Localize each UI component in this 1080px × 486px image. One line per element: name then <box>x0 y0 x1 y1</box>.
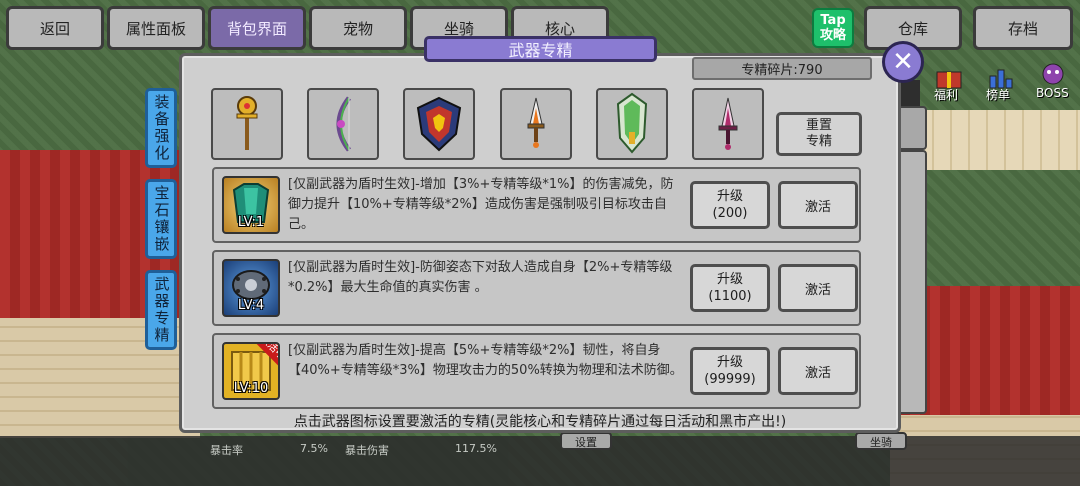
tab-label: 装备强化 <box>152 94 171 162</box>
golden-gate-icon[interactable]: 激活中 LV:10 <box>222 342 280 400</box>
tap-guide-logo[interactable]: Tap 攻略 <box>812 8 854 48</box>
nav-pets-button[interactable]: 宠物 <box>309 6 407 50</box>
weapon-slot-4[interactable] <box>500 88 572 160</box>
weapon-slot-2[interactable] <box>307 88 379 160</box>
mount-button[interactable]: 坐骑 <box>855 432 907 450</box>
nav-inventory-button[interactable]: 背包界面 <box>208 6 306 50</box>
upgrade-cost: (1100) <box>708 289 752 304</box>
activate-button[interactable]: 激活 <box>778 264 858 312</box>
weapon-slot-1[interactable] <box>211 88 283 160</box>
stat-label: 暴击率 <box>210 444 243 457</box>
flame-dagger-icon <box>527 97 545 148</box>
tap-logo-text: Tap 攻略 <box>819 13 846 43</box>
reset-label-line2: 专精 <box>805 134 832 149</box>
crimson-dagger-icon <box>718 97 738 150</box>
golden-staff-icon <box>236 96 258 150</box>
close-icon: ✕ <box>892 47 914 77</box>
dragon-bow-icon <box>336 96 352 152</box>
activate-button[interactable]: 激活 <box>778 347 858 395</box>
stat-label: 暴击伤害 <box>345 444 389 457</box>
close-button[interactable]: ✕ <box>882 41 924 83</box>
mastery-description: [仅副武器为盾时生效]-防御姿态下对敌人造成自身【2%+专精等级*0.2%】最大… <box>288 260 673 295</box>
upgrade-cost: (99999) <box>704 372 756 387</box>
mastery-row: LV:4 [仅副武器为盾时生效]-防御姿态下对敌人造成自身【2%+专精等级*0.… <box>212 250 861 326</box>
upgrade-label: 升级 <box>716 189 743 204</box>
stat-value: 117.5% <box>455 442 497 455</box>
mastery-row: 激活中 LV:10 [仅副武器为盾时生效]-提高【5%+专精等级*2%】韧性，将… <box>212 333 861 409</box>
nav-back-button[interactable]: 返回 <box>6 6 104 50</box>
mastery-row: LV:1 [仅副武器为盾时生效]-增加【3%+专精等级*1%】的伤害减免，防御力… <box>212 167 861 243</box>
tab-gem-inlay[interactable]: 宝石镶嵌 <box>145 179 177 259</box>
footer-hint: 点击武器图标设置要激活的专精(灵能核心和专精碎片通过每日活动和黑市产出!) <box>293 414 787 430</box>
weapon-slot-6[interactable] <box>692 88 764 160</box>
side-label-welfare: 福利 <box>934 88 959 102</box>
tab-label: 宝石镶嵌 <box>152 185 171 253</box>
upgrade-button[interactable]: 升级 (1100) <box>690 264 770 312</box>
weapon-slot-3[interactable] <box>403 88 475 160</box>
boss-icon[interactable] <box>1038 62 1068 86</box>
nav-save-button[interactable]: 存档 <box>973 6 1073 50</box>
mastery-level: LV:1 <box>237 215 265 230</box>
mastery-description: [仅副武器为盾时生效]-提高【5%+专精等级*2%】韧性，将自身【40%+专精等… <box>288 343 683 378</box>
emerald-shield-icon <box>616 92 648 154</box>
side-label-boss: BOSS <box>1036 86 1069 100</box>
upgrade-button[interactable]: 升级 (99999) <box>690 347 770 395</box>
activate-button[interactable]: 激活 <box>778 181 858 229</box>
upgrade-label: 升级 <box>716 355 743 370</box>
panel-title: 武器专精 <box>424 36 657 62</box>
nav-attributes-button[interactable]: 属性面板 <box>107 6 205 50</box>
tab-equipment-enhance[interactable]: 装备强化 <box>145 88 177 168</box>
tab-label: 武器专精 <box>152 276 171 344</box>
crested-shield-icon <box>416 96 462 152</box>
upgrade-label: 升级 <box>716 272 743 287</box>
weapon-slot-5[interactable] <box>596 88 668 160</box>
upgrade-cost: (200) <box>712 206 748 221</box>
tab-weapon-mastery[interactable]: 武器专精 <box>145 270 177 350</box>
side-label-ranking: 榜单 <box>986 88 1011 102</box>
stat-value: 7.5% <box>300 442 328 455</box>
mastery-description: [仅副武器为盾时生效]-增加【3%+专精等级*1%】的伤害减免，防御力提升【10… <box>288 177 674 232</box>
settings-button[interactable]: 设置 <box>560 432 612 450</box>
mastery-shards-counter: 专精碎片:790 <box>692 57 872 80</box>
reset-mastery-button[interactable]: 重置 专精 <box>776 112 862 156</box>
upgrade-button[interactable]: 升级 (200) <box>690 181 770 229</box>
mastery-level: LV:4 <box>237 298 265 313</box>
reset-label-line1: 重置 <box>805 118 832 133</box>
spiked-shield-icon[interactable]: LV:4 <box>222 259 280 317</box>
jade-armor-icon[interactable]: LV:1 <box>222 176 280 234</box>
mastery-level: LV:10 <box>233 381 269 396</box>
stats-strip: 暴击率 7.5% 暴击伤害 117.5% <box>0 436 1080 486</box>
